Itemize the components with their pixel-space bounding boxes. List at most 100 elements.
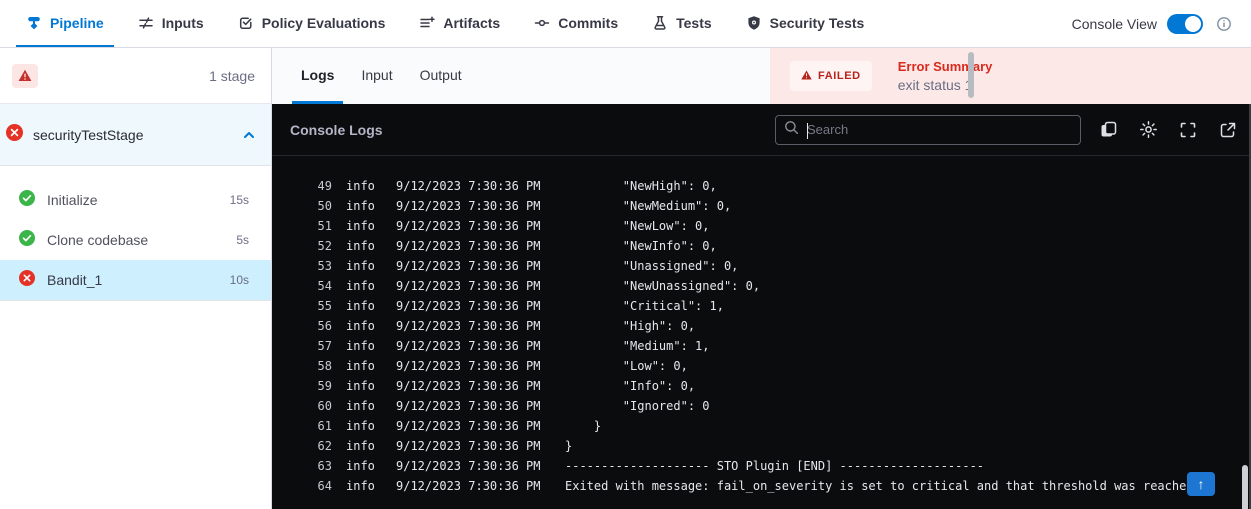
log-search[interactable]: [775, 115, 1081, 145]
tab-commits[interactable]: Commits: [524, 0, 628, 47]
step-name: Clone codebase: [47, 232, 148, 248]
log-timestamp: 9/12/2023 7:30:36 PM: [396, 236, 565, 256]
flask-icon: [652, 15, 668, 31]
log-line-number: 51: [288, 216, 332, 236]
toggle-knob: [1185, 16, 1201, 32]
console-view-toggle[interactable]: [1167, 14, 1203, 34]
log-line: 60 info 9/12/2023 7:30:36 PM "Ignored": …: [288, 396, 1251, 416]
tab-label: Tests: [676, 15, 712, 31]
steps-list: Initialize 15s Clone codebase 5s Bandit_…: [0, 166, 271, 301]
log-message: "Medium": 1,: [565, 336, 1251, 356]
log-level: info: [346, 296, 382, 316]
log-message: "NewMedium": 0,: [565, 196, 1251, 216]
tab-input[interactable]: Input: [352, 48, 401, 104]
policy-check-icon: [238, 15, 254, 31]
log-line-number: 55: [288, 296, 332, 316]
tab-policy-evaluations[interactable]: Policy Evaluations: [228, 0, 396, 47]
log-line-number: 62: [288, 436, 332, 456]
log-message: }: [565, 436, 1251, 456]
log-line: 59 info 9/12/2023 7:30:36 PM "Info": 0,: [288, 376, 1251, 396]
arrow-up-icon: ↑: [1198, 476, 1205, 492]
log-level: info: [346, 356, 382, 376]
log-line-number: 60: [288, 396, 332, 416]
log-message: -------------------- STO Plugin [END] --…: [565, 456, 1251, 476]
log-line-number: 50: [288, 196, 332, 216]
settings-gear-icon[interactable]: [1137, 119, 1159, 141]
search-input[interactable]: [807, 122, 1072, 137]
commit-icon: [534, 15, 550, 31]
step-name: Bandit_1: [47, 272, 102, 288]
step-detail-tabs: Logs Input Output: [272, 48, 770, 104]
step-duration: 5s: [236, 233, 249, 247]
search-icon: [784, 120, 799, 140]
tab-security-tests[interactable]: Security Tests: [736, 0, 875, 47]
tab-output[interactable]: Output: [411, 48, 471, 104]
tab-label: Pipeline: [50, 15, 104, 31]
log-level: info: [346, 216, 382, 236]
log-line-number: 64: [288, 476, 332, 496]
step-row-initialize[interactable]: Initialize 15s: [0, 180, 271, 220]
step-row-clone-codebase[interactable]: Clone codebase 5s: [0, 220, 271, 260]
scroll-to-top-button[interactable]: ↑: [1187, 472, 1215, 496]
log-level: info: [346, 176, 382, 196]
log-timestamp: 9/12/2023 7:30:36 PM: [396, 396, 565, 416]
log-line: 64 info 9/12/2023 7:30:36 PM Exited with…: [288, 476, 1251, 496]
log-line: 53 info 9/12/2023 7:30:36 PM "Unassigned…: [288, 256, 1251, 276]
log-line: 63 info 9/12/2023 7:30:36 PM -----------…: [288, 456, 1251, 476]
step-duration: 15s: [230, 193, 249, 207]
console-toolbar: [1097, 119, 1239, 141]
log-timestamp: 9/12/2023 7:30:36 PM: [396, 336, 565, 356]
console-log-area: 49 info 9/12/2023 7:30:36 PM "NewHigh": …: [272, 156, 1251, 509]
warning-triangle-icon: [12, 64, 38, 88]
copy-icon[interactable]: [1097, 119, 1119, 141]
error-summary-message: exit status 1: [898, 77, 993, 93]
log-message: Exited with message: fail_on_severity is…: [565, 476, 1251, 496]
failed-badge-label: FAILED: [818, 70, 861, 82]
info-icon[interactable]: [1213, 13, 1235, 35]
log-line-number: 52: [288, 236, 332, 256]
tab-artifacts[interactable]: Artifacts: [409, 0, 510, 47]
log-line-number: 63: [288, 456, 332, 476]
log-message: "Unassigned": 0,: [565, 256, 1251, 276]
tab-inputs[interactable]: Inputs: [128, 0, 214, 47]
log-line-number: 54: [288, 276, 332, 296]
error-summary-title: Error Summary: [898, 59, 993, 74]
log-timestamp: 9/12/2023 7:30:36 PM: [396, 476, 565, 496]
step-row-bandit-1[interactable]: Bandit_1 10s: [0, 260, 271, 300]
tab-tests[interactable]: Tests: [642, 0, 722, 47]
log-line: 62 info 9/12/2023 7:30:36 PM }: [288, 436, 1251, 456]
sidebar-header: 1 stage: [0, 48, 271, 104]
log-line-number: 58: [288, 356, 332, 376]
error-summary-scrollbar[interactable]: [968, 52, 974, 98]
log-line: 61 info 9/12/2023 7:30:36 PM }: [288, 416, 1251, 436]
log-message: "Low": 0,: [565, 356, 1251, 376]
log-timestamp: 9/12/2023 7:30:36 PM: [396, 376, 565, 396]
log-rows: 49 info 9/12/2023 7:30:36 PM "NewHigh": …: [288, 176, 1251, 496]
log-level: info: [346, 196, 382, 216]
log-message: "NewHigh": 0,: [565, 176, 1251, 196]
console-scrollbar[interactable]: [1242, 465, 1248, 509]
tab-label: Security Tests: [770, 15, 865, 31]
log-level: info: [346, 416, 382, 436]
log-timestamp: 9/12/2023 7:30:36 PM: [396, 256, 565, 276]
log-timestamp: 9/12/2023 7:30:36 PM: [396, 276, 565, 296]
chevron-up-icon[interactable]: [241, 127, 257, 143]
log-message: "NewInfo": 0,: [565, 236, 1251, 256]
open-in-new-icon[interactable]: [1217, 119, 1239, 141]
log-line: 58 info 9/12/2023 7:30:36 PM "Low": 0,: [288, 356, 1251, 376]
stage-row-securityteststage[interactable]: securityTestStage: [0, 104, 271, 166]
log-line: 56 info 9/12/2023 7:30:36 PM "High": 0,: [288, 316, 1251, 336]
pipeline-icon: [26, 15, 42, 31]
tab-pipeline[interactable]: Pipeline: [16, 0, 114, 47]
fullscreen-icon[interactable]: [1177, 119, 1199, 141]
log-level: info: [346, 396, 382, 416]
log-timestamp: 9/12/2023 7:30:36 PM: [396, 196, 565, 216]
log-line-number: 56: [288, 316, 332, 336]
log-line: 51 info 9/12/2023 7:30:36 PM "NewLow": 0…: [288, 216, 1251, 236]
log-timestamp: 9/12/2023 7:30:36 PM: [396, 316, 565, 336]
error-summary-texts: Error Summary exit status 1: [898, 59, 993, 93]
artifacts-icon: [419, 15, 435, 31]
stage-name: securityTestStage: [33, 127, 144, 143]
log-timestamp: 9/12/2023 7:30:36 PM: [396, 356, 565, 376]
tab-logs[interactable]: Logs: [292, 48, 343, 104]
